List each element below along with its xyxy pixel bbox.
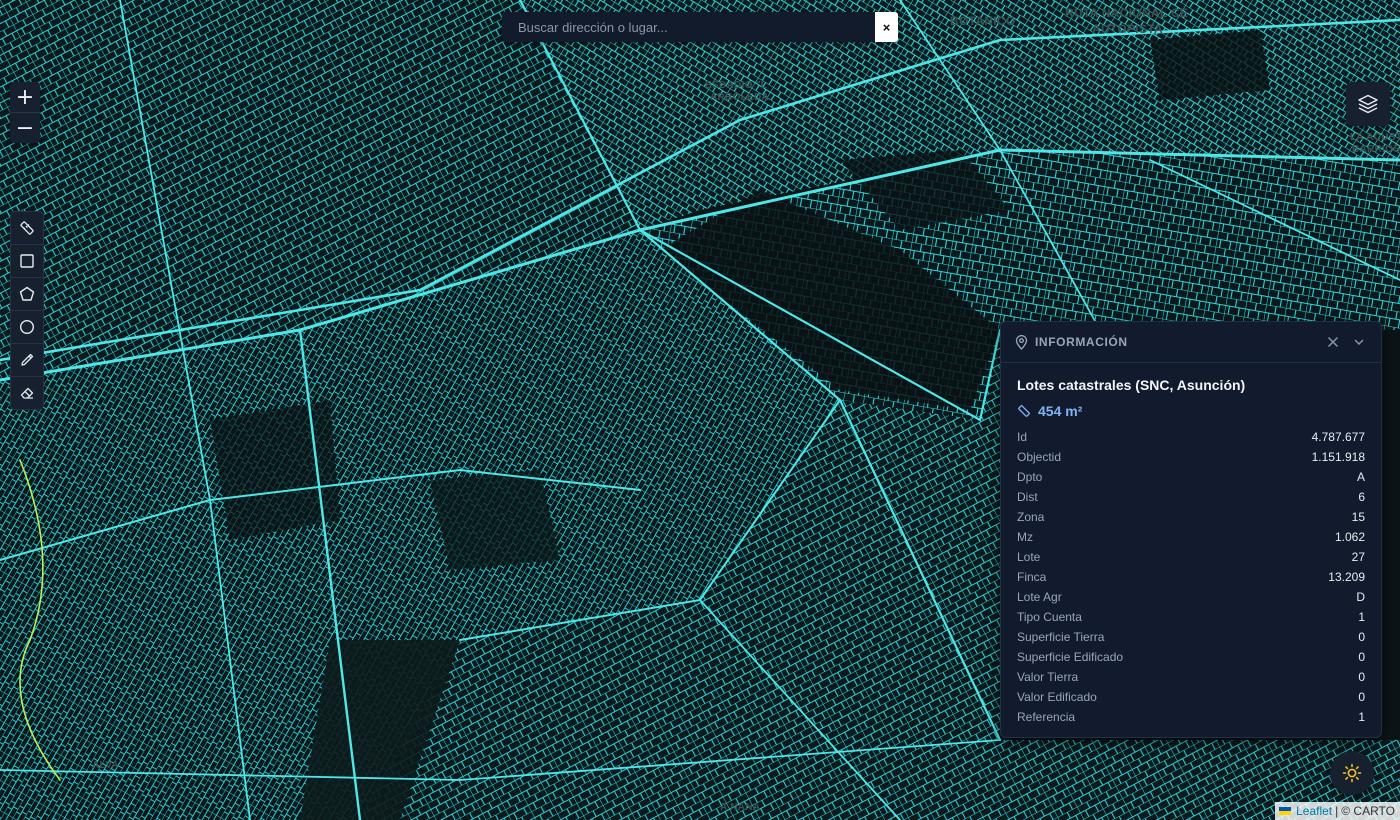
attribute-row: Dist 6 bbox=[1017, 487, 1365, 507]
attribute-row: Lote Agr D bbox=[1017, 587, 1365, 607]
area-text: 454 m² bbox=[1038, 403, 1083, 419]
rectangle-icon bbox=[20, 254, 34, 268]
attribute-value: 4.787.677 bbox=[1311, 430, 1365, 444]
attribute-value: 0 bbox=[1358, 630, 1365, 644]
chevron-down-icon bbox=[1354, 339, 1364, 346]
collapse-button[interactable] bbox=[1351, 334, 1367, 350]
attribute-row: Objectid 1.151.918 bbox=[1017, 447, 1365, 467]
attribute-value: 15 bbox=[1351, 510, 1365, 524]
attribute-value: 0 bbox=[1358, 650, 1365, 664]
map-label-nanawa: A NANA bbox=[720, 802, 761, 813]
attribute-key: Finca bbox=[1017, 570, 1047, 584]
leaflet-link[interactable]: Leaflet bbox=[1296, 804, 1332, 818]
attribute-row: Mz 1.062 bbox=[1017, 527, 1365, 547]
attribute-row: Finca 13.209 bbox=[1017, 567, 1365, 587]
measure-tool-button[interactable] bbox=[11, 212, 43, 245]
attribute-row: Tipo Cuenta 1 bbox=[1017, 607, 1365, 627]
attribute-key: Mz bbox=[1017, 530, 1033, 544]
attribute-key: Dpto bbox=[1017, 470, 1043, 484]
ruler-icon bbox=[20, 221, 34, 235]
attribute-row: Lote 27 bbox=[1017, 547, 1365, 567]
attribute-row: Valor Tierra 0 bbox=[1017, 667, 1365, 687]
layer-name: Lotes catastrales (SNC, Asunción) bbox=[1017, 377, 1246, 393]
map-attribution: Leaflet | © CARTO bbox=[1275, 802, 1400, 820]
erase-tool-button[interactable] bbox=[11, 377, 43, 409]
attribute-key: Dist bbox=[1017, 490, 1038, 504]
attribute-row: Dpto A bbox=[1017, 467, 1365, 487]
map-label-barrios: BARRIOS bbox=[1352, 144, 1400, 155]
map-label-estadio: ESDADIO "L bbox=[705, 80, 768, 91]
carto-attribution[interactable]: © CARTO bbox=[1341, 804, 1395, 818]
attribute-value: 1 bbox=[1358, 610, 1365, 624]
theme-toggle-button[interactable] bbox=[1330, 751, 1374, 795]
sun-icon bbox=[1342, 763, 1362, 783]
polygon-tool-button[interactable] bbox=[11, 278, 43, 311]
attribute-key: Lote Agr bbox=[1017, 590, 1062, 604]
ukraine-flag-icon bbox=[1279, 807, 1292, 815]
map-label-arboleda: ARBOLEDA bbox=[710, 92, 770, 103]
attribute-row: Zona 15 bbox=[1017, 507, 1365, 527]
map-label-acosta: LA ACUST bbox=[1350, 132, 1400, 143]
attribute-value: A bbox=[1356, 470, 1365, 484]
map-label-ruta: Ruta Nacional Ce bbox=[1065, 6, 1189, 20]
attribute-key: Referencia bbox=[1017, 710, 1076, 724]
attribute-row: Superficie Tierra 0 bbox=[1017, 627, 1365, 647]
map-label-botanico: Botanico bbox=[950, 14, 1016, 28]
attribute-value: 1.151.918 bbox=[1311, 450, 1365, 464]
attribute-value: 0 bbox=[1358, 690, 1365, 704]
attribute-row: Superficie Edificado 0 bbox=[1017, 647, 1365, 667]
zoom-in-button[interactable]: + bbox=[10, 82, 40, 112]
attribute-key: Valor Edificado bbox=[1017, 690, 1097, 704]
pencil-icon bbox=[21, 353, 34, 366]
attribute-row: Valor Edificado 0 bbox=[1017, 687, 1365, 707]
map-label-valle: ALVA bbox=[92, 760, 119, 771]
circle-tool-button[interactable] bbox=[11, 311, 43, 344]
attribute-value: D bbox=[1356, 590, 1365, 604]
attribute-key: Zona bbox=[1017, 510, 1045, 524]
attribute-value: 1.062 bbox=[1334, 530, 1365, 544]
rectangle-tool-button[interactable] bbox=[11, 245, 43, 278]
info-panel-body: Lotes catastrales (SNC, Asunción) 454 m²… bbox=[1001, 363, 1381, 727]
attribution-separator: | bbox=[1335, 804, 1339, 818]
attribute-key: Tipo Cuenta bbox=[1017, 610, 1082, 624]
search-input[interactable] bbox=[502, 12, 875, 42]
attribute-list: Id 4.787.677 Objectid 1.151.918 Dpto A Dist 6 Zo… bbox=[1017, 427, 1365, 727]
attribute-key: Superficie Edificado bbox=[1017, 650, 1124, 664]
attribute-key: Valor Tierra bbox=[1017, 670, 1079, 684]
draw-toolbar bbox=[10, 211, 44, 410]
attribute-row: Referencia 1 bbox=[1017, 707, 1365, 727]
circle-icon bbox=[19, 319, 35, 335]
attribute-value: 27 bbox=[1351, 550, 1365, 564]
search-clear-button[interactable]: × bbox=[875, 12, 898, 42]
attribute-value: 13.209 bbox=[1328, 570, 1365, 584]
zoom-control: + − bbox=[10, 82, 40, 143]
layers-button[interactable] bbox=[1346, 82, 1390, 126]
attribute-key: Lote bbox=[1017, 550, 1041, 564]
attribute-key: Id bbox=[1017, 430, 1028, 444]
ruler-icon bbox=[1018, 405, 1030, 417]
layers-icon bbox=[1358, 94, 1378, 114]
zoom-out-button[interactable]: − bbox=[10, 112, 40, 143]
map-pin-icon bbox=[1015, 334, 1028, 350]
map-label-autopista: Autopista bbox=[1092, 22, 1163, 36]
attribute-value: 1 bbox=[1358, 710, 1365, 724]
freehand-tool-button[interactable] bbox=[11, 344, 43, 377]
attribute-row: Id 4.787.677 bbox=[1017, 427, 1365, 447]
close-button[interactable] bbox=[1325, 334, 1341, 350]
info-panel: INFORMACIÓN Lotes catastrales (SNC, Asun… bbox=[1000, 321, 1382, 738]
attribute-key: Superficie Tierra bbox=[1017, 630, 1105, 644]
search-bar: × bbox=[502, 12, 898, 42]
attribute-key: Objectid bbox=[1017, 450, 1062, 464]
attribute-value: 6 bbox=[1358, 490, 1365, 504]
info-panel-header: INFORMACIÓN bbox=[1001, 322, 1381, 363]
close-icon bbox=[1327, 336, 1339, 348]
eraser-icon bbox=[20, 387, 34, 399]
area-value: 454 m² bbox=[1017, 403, 1365, 419]
polygon-icon bbox=[19, 286, 35, 301]
attribute-value: 0 bbox=[1358, 670, 1365, 684]
info-panel-title: INFORMACIÓN bbox=[1035, 335, 1128, 349]
